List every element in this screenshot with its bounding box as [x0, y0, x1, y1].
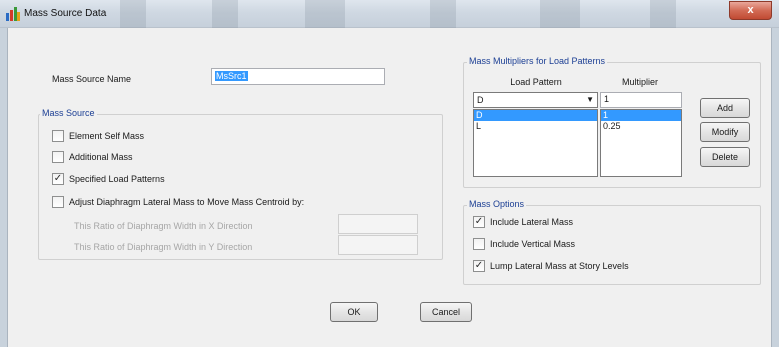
- titlebar-decoration: [430, 0, 456, 28]
- multiplier-input[interactable]: 1: [600, 92, 682, 108]
- mass-source-dialog: Mass Source Data x Mass Source Name MsSr…: [0, 0, 779, 347]
- close-button[interactable]: x: [729, 1, 772, 20]
- dropdown-arrow-icon[interactable]: ▼: [586, 95, 594, 104]
- ratio-y-input[interactable]: [338, 235, 418, 255]
- load-pattern-column-header: Load Pattern: [510, 77, 562, 87]
- ratio-x-input[interactable]: [338, 214, 418, 234]
- list-item[interactable]: L: [474, 121, 597, 132]
- specified-load-patterns-label: Specified Load Patterns: [69, 174, 165, 184]
- list-item[interactable]: 0.25: [601, 121, 681, 132]
- element-self-mass-label: Element Self Mass: [69, 131, 145, 141]
- ratio-x-label: This Ratio of Diaphragm Width in X Direc…: [74, 221, 253, 231]
- modify-button-label: Modify: [711, 127, 739, 137]
- window-left-border: [0, 28, 8, 347]
- add-button-label: Add: [716, 103, 733, 113]
- additional-mass-checkbox[interactable]: Additional Mass: [52, 151, 133, 163]
- multiplier-column-header: Multiplier: [621, 77, 658, 87]
- include-vertical-mass-checkbox[interactable]: Include Vertical Mass: [473, 238, 575, 250]
- cancel-button-label: Cancel: [431, 307, 460, 317]
- titlebar-decoration: [305, 0, 345, 28]
- add-button[interactable]: Add: [700, 98, 750, 118]
- window-title: Mass Source Data: [24, 8, 107, 19]
- titlebar-decoration: [212, 0, 238, 28]
- mass-source-group-title: Mass Source: [40, 108, 97, 118]
- ok-button[interactable]: OK: [330, 302, 378, 322]
- checkbox-box[interactable]: [52, 130, 64, 142]
- load-pattern-dropdown[interactable]: D ▼: [473, 92, 598, 108]
- titlebar-decoration: [120, 0, 146, 28]
- close-icon: x: [747, 4, 754, 16]
- multiplier-input-value: 1: [604, 94, 610, 104]
- adjust-diaphragm-label: Adjust Diaphragm Lateral Mass to Move Ma…: [69, 197, 305, 207]
- titlebar-decoration: [650, 0, 676, 28]
- mass-options-group-title: Mass Options: [467, 199, 527, 209]
- include-lateral-mass-checkbox[interactable]: ✓ Include Lateral Mass: [473, 216, 573, 228]
- window-right-border: [771, 28, 779, 347]
- app-grid-icon: [6, 7, 20, 21]
- lump-lateral-mass-label: Lump Lateral Mass at Story Levels: [490, 261, 629, 271]
- additional-mass-label: Additional Mass: [69, 152, 133, 162]
- mass-source-name-label: Mass Source Name: [52, 74, 132, 84]
- titlebar-decoration: [540, 0, 580, 28]
- mass-source-name-input[interactable]: MsSrc1: [211, 68, 385, 85]
- check-mark-icon[interactable]: ✓: [473, 216, 485, 228]
- list-item[interactable]: D: [474, 110, 597, 121]
- delete-button-label: Delete: [711, 152, 738, 162]
- ratio-y-label: This Ratio of Diaphragm Width in Y Direc…: [74, 242, 253, 252]
- cancel-button[interactable]: Cancel: [420, 302, 472, 322]
- specified-load-patterns-checkbox[interactable]: ✓ Specified Load Patterns: [52, 173, 165, 185]
- mass-multipliers-group-title: Mass Multipliers for Load Patterns: [467, 56, 608, 66]
- multiplier-list[interactable]: 1 0.25: [600, 109, 682, 177]
- element-self-mass-checkbox[interactable]: Element Self Mass: [52, 130, 144, 142]
- load-pattern-list[interactable]: D L: [473, 109, 598, 177]
- ok-button-label: OK: [347, 307, 361, 317]
- check-mark-icon[interactable]: ✓: [52, 173, 64, 185]
- mass-source-name-value: MsSrc1: [215, 71, 248, 81]
- modify-button[interactable]: Modify: [700, 122, 750, 142]
- lump-lateral-mass-checkbox[interactable]: ✓ Lump Lateral Mass at Story Levels: [473, 260, 629, 272]
- include-vertical-mass-label: Include Vertical Mass: [490, 239, 576, 249]
- checkbox-box[interactable]: [473, 238, 485, 250]
- list-item[interactable]: 1: [601, 110, 681, 121]
- checkbox-box[interactable]: [52, 151, 64, 163]
- load-pattern-dropdown-value: D: [477, 95, 484, 105]
- check-mark-icon[interactable]: ✓: [473, 260, 485, 272]
- include-lateral-mass-label: Include Lateral Mass: [490, 217, 574, 227]
- adjust-diaphragm-checkbox[interactable]: Adjust Diaphragm Lateral Mass to Move Ma…: [52, 196, 304, 208]
- title-bar[interactable]: Mass Source Data x: [0, 0, 779, 28]
- delete-button[interactable]: Delete: [700, 147, 750, 167]
- checkbox-box[interactable]: [52, 196, 64, 208]
